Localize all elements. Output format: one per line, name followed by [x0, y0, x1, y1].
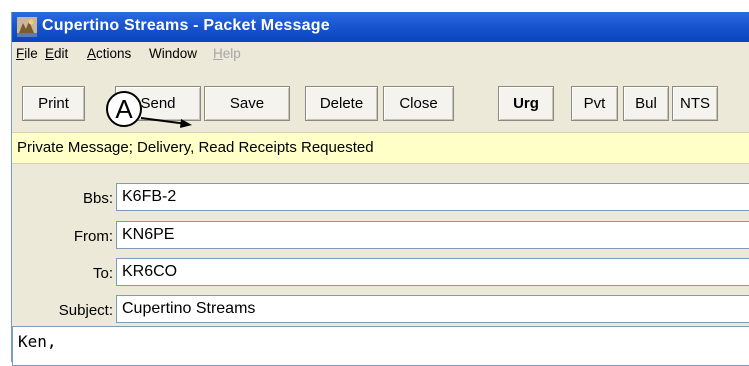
message-body[interactable]: Ken,	[12, 326, 749, 366]
bbs-label: Bbs:	[82, 190, 113, 207]
print-button[interactable]: Print	[22, 86, 85, 121]
subject-row: Subject: Cupertino Streams	[12, 295, 749, 325]
menu-help[interactable]: Help	[213, 46, 241, 61]
urgent-button[interactable]: Urg	[498, 86, 554, 121]
menu-file[interactable]: File	[16, 46, 38, 61]
subject-field[interactable]: Cupertino Streams	[116, 295, 749, 323]
subject-label: Subject:	[58, 302, 113, 319]
menu-edit[interactable]: Edit	[45, 46, 68, 61]
delete-button[interactable]: Delete	[305, 86, 378, 121]
close-button[interactable]: Close	[383, 86, 454, 121]
status-bar: Private Message; Delivery, Read Receipts…	[12, 132, 749, 164]
to-label: To:	[92, 265, 113, 282]
packet-message-window: Cupertino Streams - Packet Message File …	[11, 12, 749, 362]
menu-actions[interactable]: Actions	[87, 46, 131, 61]
message-body-text: Ken,	[18, 332, 57, 351]
to-row: To: KR6CO	[12, 258, 749, 288]
window-title: Cupertino Streams - Packet Message	[42, 17, 330, 34]
app-icon	[17, 17, 37, 37]
from-field[interactable]: KN6PE	[116, 221, 749, 249]
to-field[interactable]: KR6CO	[116, 258, 749, 286]
bbs-row: Bbs: K6FB-2	[12, 183, 749, 213]
bbs-field[interactable]: K6FB-2	[116, 183, 749, 211]
nts-button[interactable]: NTS	[672, 86, 718, 121]
bulletin-button[interactable]: Bul	[623, 86, 669, 121]
save-button[interactable]: Save	[204, 86, 290, 121]
from-row: From: KN6PE	[12, 221, 749, 251]
from-label: From:	[73, 228, 113, 245]
annotation-marker: A	[106, 91, 142, 127]
private-button[interactable]: Pvt	[571, 86, 618, 121]
title-bar[interactable]: Cupertino Streams - Packet Message	[12, 12, 749, 42]
status-text: Private Message; Delivery, Read Receipts…	[17, 139, 374, 156]
menu-bar: File Edit Actions Window Help	[12, 42, 749, 66]
menu-window[interactable]: Window	[149, 46, 197, 61]
